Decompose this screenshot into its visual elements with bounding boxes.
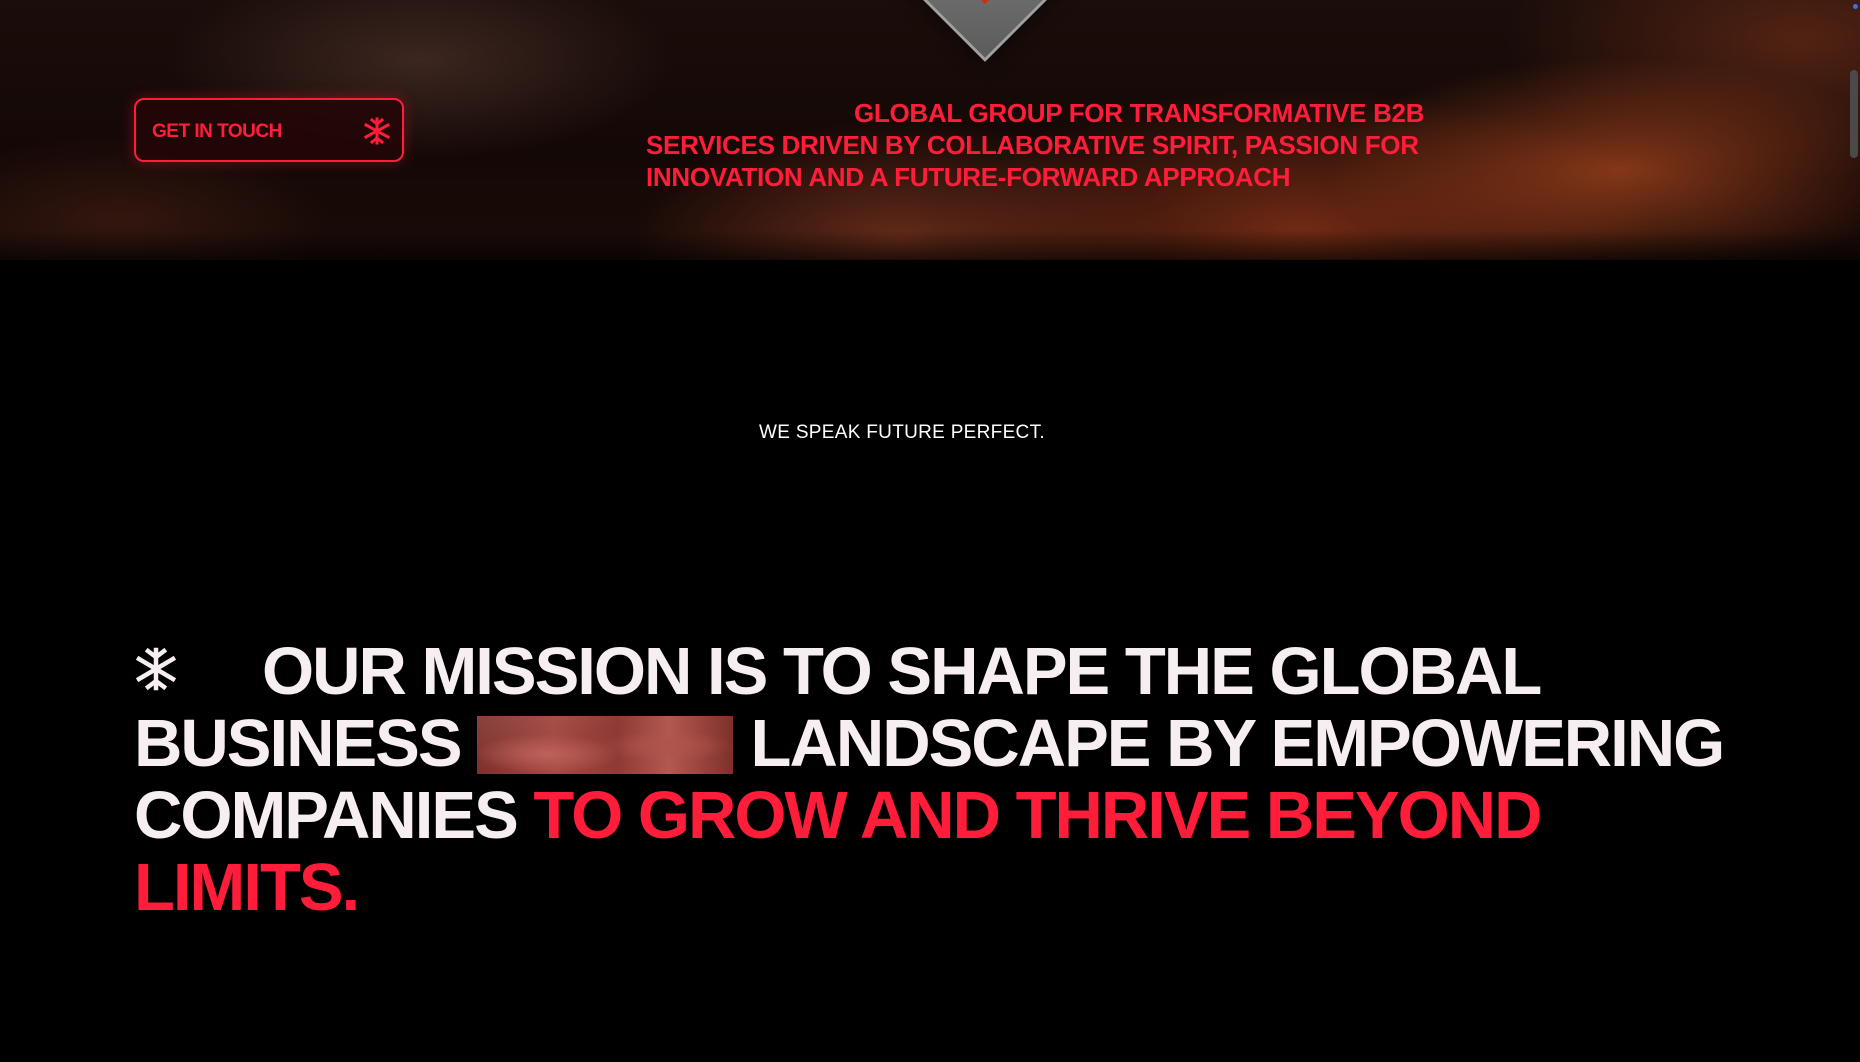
mission-line-1: OUR MISSION IS TO SHAPE THE GLOBAL bbox=[262, 634, 1542, 709]
get-in-touch-button[interactable]: GET IN TOUCH bbox=[134, 98, 404, 162]
hero-tagline-line: GLOBAL GROUP FOR TRANSFORMATIVE B2B bbox=[854, 98, 1425, 128]
hero-3d-cube-image bbox=[893, 0, 1077, 62]
mission-line-3-red: TO GROW AND THRIVE BEYOND bbox=[533, 778, 1542, 853]
page: GET IN TOUCH GLOBAL GROUP FOR TRANSFORMA… bbox=[0, 0, 1860, 1062]
mission-line-2-start: BUSINESS bbox=[134, 706, 463, 781]
mission-line-3-white: COMPANIES bbox=[134, 778, 519, 853]
slogan-text: WE SPEAK FUTURE PERFECT. bbox=[759, 422, 1045, 443]
scrollbar-thumb[interactable] bbox=[1850, 70, 1858, 158]
hero-tagline: GLOBAL GROUP FOR TRANSFORMATIVE B2B SERV… bbox=[646, 97, 1486, 193]
mission-line-2-end: LANDSCAPE BY EMPOWERING bbox=[750, 706, 1726, 781]
snowflake-logo-icon bbox=[363, 117, 391, 145]
hero-tagline-line: INNOVATION AND A FUTURE-FORWARD APPROACH bbox=[646, 162, 1291, 192]
snowflake-logo-icon bbox=[135, 647, 177, 691]
mission-statement: OUR MISSION IS TO SHAPE THE GLOBAL BUSIN… bbox=[134, 636, 1734, 924]
inline-landscape-image bbox=[476, 716, 733, 775]
status-dot bbox=[1853, 4, 1858, 9]
mission-line-4-red: LIMITS. bbox=[134, 850, 360, 925]
scrollbar[interactable] bbox=[1848, 0, 1860, 1062]
get-in-touch-label: GET IN TOUCH bbox=[152, 121, 282, 142]
hero-section: GET IN TOUCH GLOBAL GROUP FOR TRANSFORMA… bbox=[0, 0, 1860, 260]
hero-tagline-line: SERVICES DRIVEN BY COLLABORATIVE SPIRIT,… bbox=[646, 130, 1419, 160]
